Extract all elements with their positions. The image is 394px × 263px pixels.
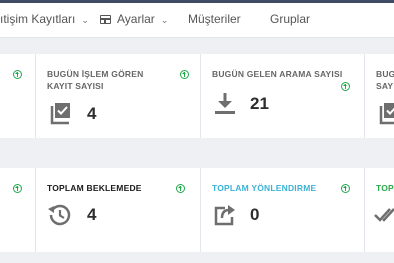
nav-item-label: Gruplar bbox=[270, 12, 311, 26]
nav-item-label: Ayarlar bbox=[117, 12, 155, 26]
double-check-icon bbox=[374, 208, 394, 222]
stat-card-incoming-calls-today[interactable]: BUGÜN GELEN ARAMA SAYISI 21 bbox=[202, 54, 365, 138]
nav-item-customers[interactable]: Müşteriler bbox=[188, 12, 241, 26]
stat-card-title: BUG SAY bbox=[376, 69, 394, 91]
download-icon bbox=[215, 93, 235, 114]
nav-item-label: Müşteriler bbox=[188, 12, 241, 26]
stat-card-title: TOPLAM BEKLEMEDE bbox=[47, 183, 142, 193]
checkbox-stack-icon bbox=[50, 103, 70, 125]
history-icon bbox=[48, 204, 71, 226]
top-nav: ıtişim Kayıtları ⌄ Ayarlar ⌄ Müşteriler Gr… bbox=[0, 3, 394, 38]
arrow-up-circle-icon bbox=[176, 184, 185, 193]
stat-card-value: 21 bbox=[250, 94, 269, 113]
stat-card-r1c3[interactable]: BUG SAY bbox=[366, 54, 394, 138]
arrow-up-circle-icon bbox=[341, 184, 350, 193]
stat-card-value: 4 bbox=[87, 205, 97, 224]
stat-card-r2c0 bbox=[0, 168, 36, 252]
stats-row-1: BUGÜN İŞLEM GÖREN KAYIT SAYISI 4 BUGÜN G… bbox=[0, 54, 394, 138]
stat-card-r1c0 bbox=[0, 54, 36, 138]
nav-item-settings[interactable]: Ayarlar ⌄ bbox=[100, 12, 168, 26]
checkbox-stack-icon bbox=[379, 103, 394, 125]
chevron-down-icon: ⌄ bbox=[160, 15, 169, 25]
stat-card-r2c3[interactable]: TOP bbox=[366, 168, 394, 252]
nav-item-communication-records[interactable]: ıtişim Kayıtları ⌄ bbox=[0, 12, 89, 26]
stat-card-value: 0 bbox=[250, 205, 260, 224]
stat-card-title: TOPLAM YÖNLENDIRME bbox=[212, 183, 317, 193]
stat-card-processed-today[interactable]: BUGÜN İŞLEM GÖREN KAYIT SAYISI 4 bbox=[37, 54, 201, 138]
arrow-up-circle-icon bbox=[341, 82, 350, 91]
arrow-up-circle-icon bbox=[180, 70, 189, 79]
nav-item-groups[interactable]: Gruplar bbox=[270, 12, 310, 26]
stat-card-value: 4 bbox=[87, 104, 97, 123]
stat-card-title: BUGÜN İŞLEM GÖREN KAYIT SAYISI bbox=[47, 69, 144, 91]
stats-row-2: TOPLAM BEKLEMEDE 4 TOPLAM YÖNLENDIRME 0 … bbox=[0, 168, 394, 252]
chevron-down-icon: ⌄ bbox=[81, 15, 89, 25]
nav-item-label: ıtişim Kayıtları bbox=[0, 12, 76, 26]
arrow-up-circle-icon bbox=[13, 70, 22, 79]
table-icon bbox=[100, 15, 111, 24]
stat-card-title: BUGÜN GELEN ARAMA SAYISI bbox=[212, 69, 343, 79]
stat-card-title: TOP bbox=[376, 183, 394, 193]
forward-share-icon bbox=[214, 205, 235, 226]
stat-card-total-pending[interactable]: TOPLAM BEKLEMEDE 4 bbox=[37, 168, 201, 252]
arrow-up-circle-icon bbox=[13, 184, 22, 193]
stat-card-total-forwarded[interactable]: TOPLAM YÖNLENDIRME 0 bbox=[202, 168, 365, 252]
